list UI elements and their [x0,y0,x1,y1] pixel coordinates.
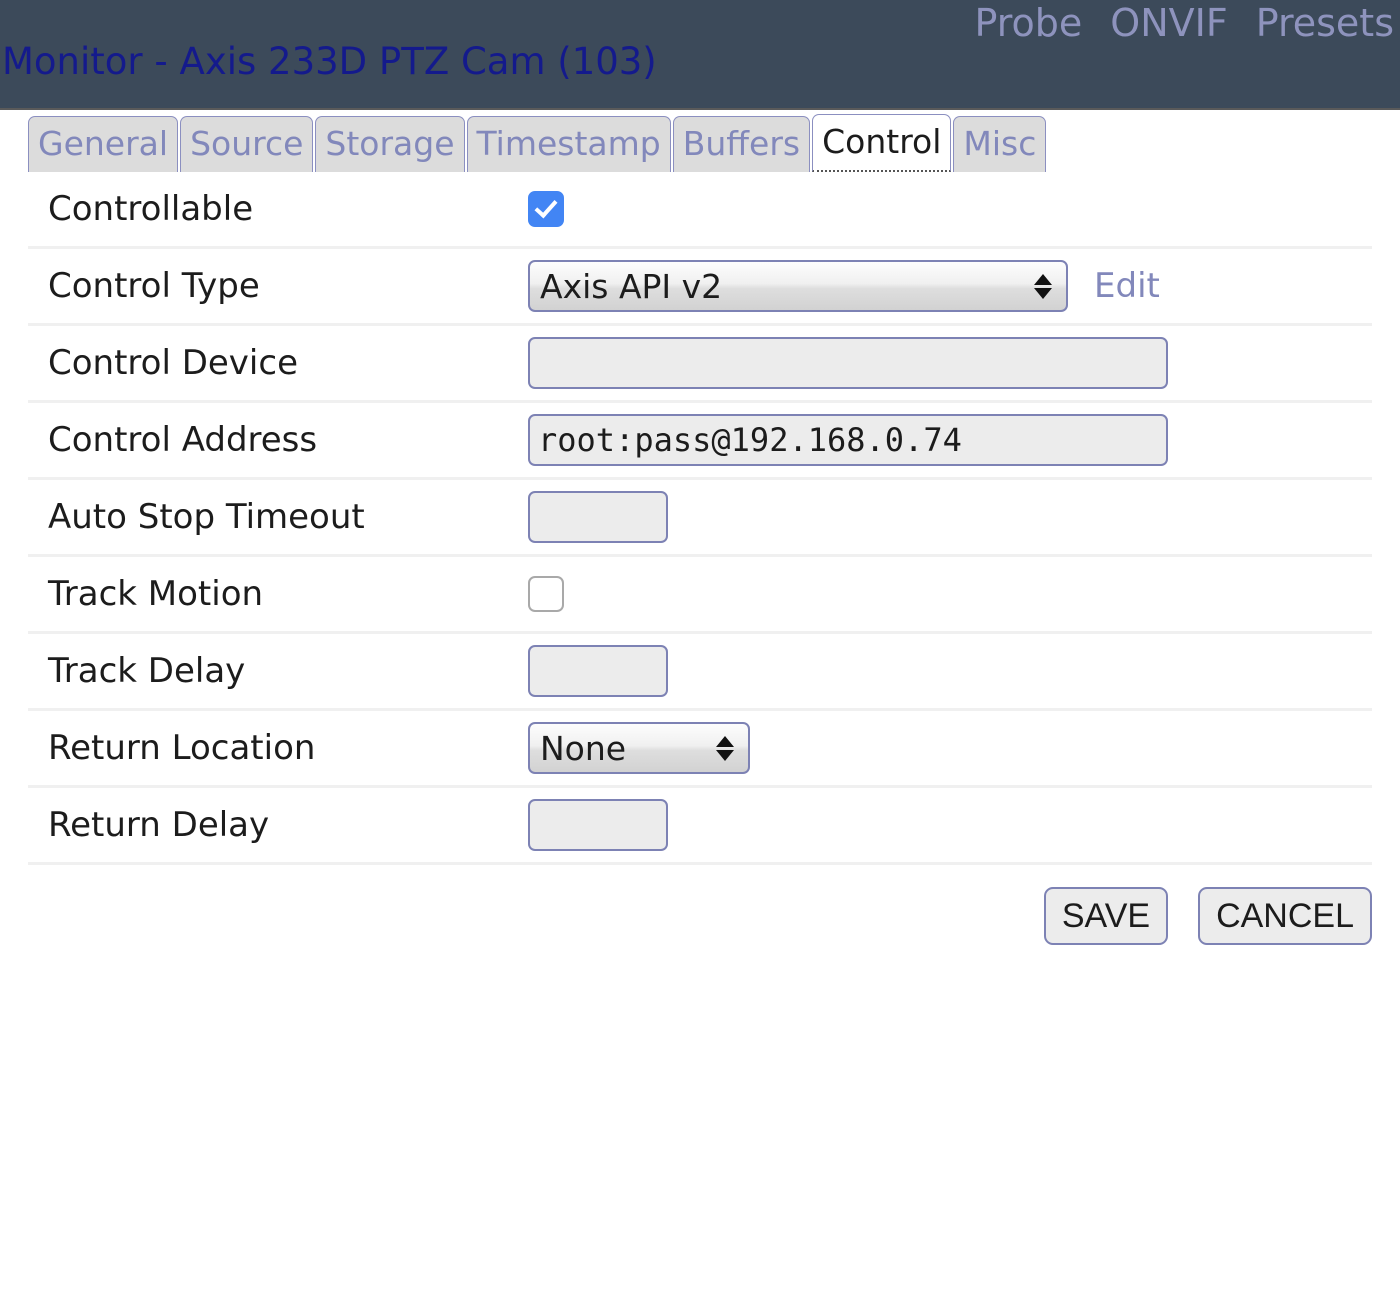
label-control-device: Control Device [48,343,298,383]
chevron-updown-icon [708,735,748,761]
tab-bar: General Source Storage Timestamp Buffers… [0,110,1400,172]
tab-misc[interactable]: Misc [953,116,1047,172]
label-control-type: Control Type [48,266,260,306]
page-title: Monitor - Axis 233D PTZ Cam (103) [2,40,657,83]
control-type-edit-link[interactable]: Edit [1094,269,1160,303]
return-location-select[interactable]: None [528,722,750,774]
label-track-motion: Track Motion [48,574,264,614]
page-root: Probe ONVIF Presets Monitor - Axis 233D … [0,0,1400,1310]
cancel-button[interactable]: CANCEL [1198,887,1372,945]
field-return-location: None [528,722,1372,774]
label-auto-stop-timeout: Auto Stop Timeout [48,497,365,537]
return-delay-input[interactable] [528,799,668,851]
row-control-type: Control Type Axis API v2 Edit [28,249,1372,326]
app-header: Probe ONVIF Presets Monitor - Axis 233D … [0,0,1400,110]
controllable-checkbox[interactable] [528,191,564,227]
chevron-updown-icon [1026,273,1066,299]
field-auto-stop-timeout [528,491,1372,543]
control-settings-form: Controllable Control Type Axis API v2 Ed… [0,172,1400,865]
tab-source[interactable]: Source [180,116,314,172]
tab-general[interactable]: General [28,116,179,172]
control-type-select[interactable]: Axis API v2 [528,260,1068,312]
label-return-delay: Return Delay [48,805,270,845]
auto-stop-timeout-input[interactable] [528,491,668,543]
control-type-selected-value: Axis API v2 [540,266,723,306]
control-address-input[interactable] [528,414,1168,466]
header-nav: Probe ONVIF Presets [975,2,1395,44]
nav-link-presets[interactable]: Presets [1256,2,1394,44]
form-actions: SAVE CANCEL [0,865,1400,945]
row-auto-stop-timeout: Auto Stop Timeout [28,480,1372,557]
row-control-device: Control Device [28,326,1372,403]
field-return-delay [528,799,1372,851]
row-controllable: Controllable [28,172,1372,249]
tab-timestamp[interactable]: Timestamp [466,116,671,172]
row-track-delay: Track Delay [28,634,1372,711]
tab-storage[interactable]: Storage [315,116,465,172]
row-return-location: Return Location None [28,711,1372,788]
field-track-motion [528,576,1372,612]
track-motion-checkbox[interactable] [528,576,564,612]
label-controllable: Controllable [48,189,254,229]
label-track-delay: Track Delay [48,651,246,691]
save-button[interactable]: SAVE [1043,887,1169,945]
row-track-motion: Track Motion [28,557,1372,634]
nav-link-probe[interactable]: Probe [975,2,1083,44]
field-control-device [528,337,1372,389]
control-device-input[interactable] [528,337,1168,389]
row-control-address: Control Address [28,403,1372,480]
label-control-address: Control Address [48,420,318,460]
tab-control[interactable]: Control [812,114,952,172]
nav-link-onvif[interactable]: ONVIF [1110,2,1227,44]
track-delay-input[interactable] [528,645,668,697]
tab-buffers[interactable]: Buffers [672,116,811,172]
return-location-selected-value: None [540,728,627,768]
field-track-delay [528,645,1372,697]
row-return-delay: Return Delay [28,788,1372,865]
field-control-address [528,414,1372,466]
field-controllable [528,191,1372,227]
label-return-location: Return Location [48,728,316,768]
field-control-type: Axis API v2 Edit [528,260,1372,312]
